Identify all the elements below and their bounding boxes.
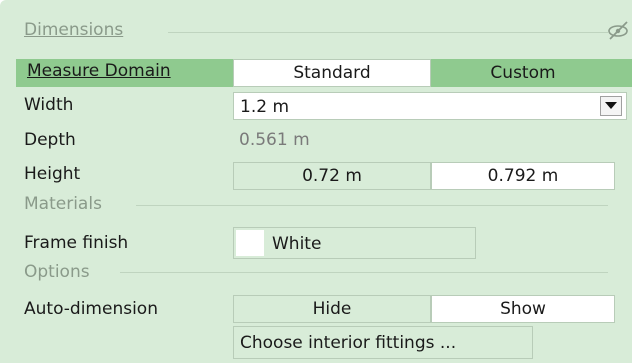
frame-finish-select[interactable]: White — [233, 227, 476, 259]
measure-domain-label[interactable]: Measure Domain — [27, 61, 171, 81]
frame-finish-value: White — [272, 234, 322, 254]
properties-panel: Dimensions Measure Domain Standard Custo… — [0, 0, 632, 363]
choose-interior-fittings-button[interactable]: Choose interior fittings ... — [233, 326, 533, 359]
frame-finish-swatch — [236, 230, 264, 256]
width-select[interactable]: 1.2 m — [233, 92, 627, 120]
triangle-down-icon[interactable] — [600, 96, 622, 116]
depth-label: Depth — [24, 130, 76, 150]
section-options-divider — [120, 272, 608, 273]
frame-finish-label: Frame finish — [24, 233, 129, 253]
auto-dimension-label: Auto-dimension — [24, 299, 158, 319]
auto-dimension-show-option[interactable]: Show — [431, 295, 615, 323]
eye-slash-icon[interactable] — [606, 19, 630, 41]
depth-value: 0.561 m — [239, 130, 310, 150]
section-dimensions-divider — [168, 32, 608, 33]
section-dimensions-label[interactable]: Dimensions — [24, 20, 123, 40]
auto-dimension-hide-option[interactable]: Hide — [233, 295, 431, 323]
height-custom-field[interactable]: 0.792 m — [431, 162, 615, 190]
height-label: Height — [24, 164, 81, 184]
width-select-value: 1.2 m — [240, 97, 289, 117]
measure-domain-standard-option[interactable]: Standard — [233, 59, 431, 87]
section-materials-divider — [136, 205, 608, 206]
section-materials-label: Materials — [24, 194, 102, 214]
section-options-label: Options — [24, 262, 90, 282]
width-label: Width — [24, 95, 74, 115]
measure-domain-custom-option[interactable]: Custom — [431, 59, 615, 87]
height-standard-field[interactable]: 0.72 m — [233, 162, 431, 190]
